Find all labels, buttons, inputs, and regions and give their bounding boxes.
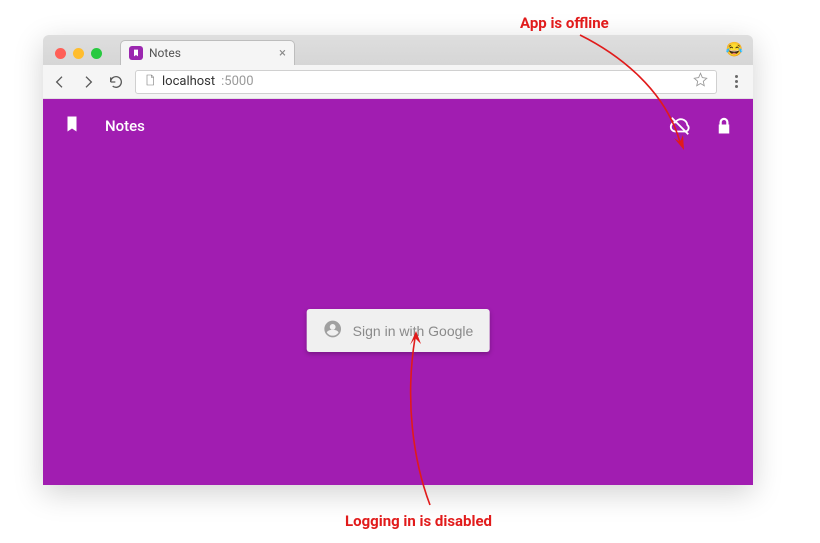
maximize-window-button[interactable] <box>91 48 102 59</box>
forward-button[interactable] <box>79 73 97 91</box>
browser-menu-icon[interactable] <box>727 75 745 88</box>
close-tab-icon[interactable]: × <box>279 47 286 60</box>
window-controls <box>51 48 108 65</box>
annotation-offline-label: App is offline <box>520 14 609 32</box>
signin-label: Sign in with Google <box>353 323 474 339</box>
reload-button[interactable] <box>107 73 125 91</box>
url-port: :5000 <box>221 74 253 89</box>
bookmark-icon <box>63 115 81 137</box>
browser-window: Notes × 😂 localhost :5000 <box>43 35 753 485</box>
account-circle-icon <box>323 319 343 342</box>
app-title: Notes <box>105 117 145 135</box>
signin-container: Sign in with Google <box>307 309 490 352</box>
annotation-login-label: Logging in is disabled <box>345 512 492 530</box>
close-window-button[interactable] <box>55 48 66 59</box>
url-host: localhost <box>162 74 215 89</box>
omnibox[interactable]: localhost :5000 <box>135 70 717 94</box>
app-viewport: Notes Sign in with Google <box>43 99 753 485</box>
tab-strip: Notes × 😂 <box>43 35 753 65</box>
minimize-window-button[interactable] <box>73 48 84 59</box>
cloud-off-icon <box>669 115 691 137</box>
tab-title: Notes <box>149 46 181 60</box>
extension-icon[interactable]: 😂 <box>726 42 743 58</box>
tab-favicon <box>129 46 143 60</box>
back-button[interactable] <box>51 73 69 91</box>
page-icon <box>144 73 156 91</box>
address-bar: localhost :5000 <box>43 65 753 99</box>
signin-google-button[interactable]: Sign in with Google <box>307 309 490 352</box>
bookmark-star-icon[interactable] <box>693 72 708 91</box>
app-toolbar: Notes <box>43 99 753 153</box>
lock-icon <box>715 117 733 135</box>
browser-tab[interactable]: Notes × <box>120 40 295 65</box>
